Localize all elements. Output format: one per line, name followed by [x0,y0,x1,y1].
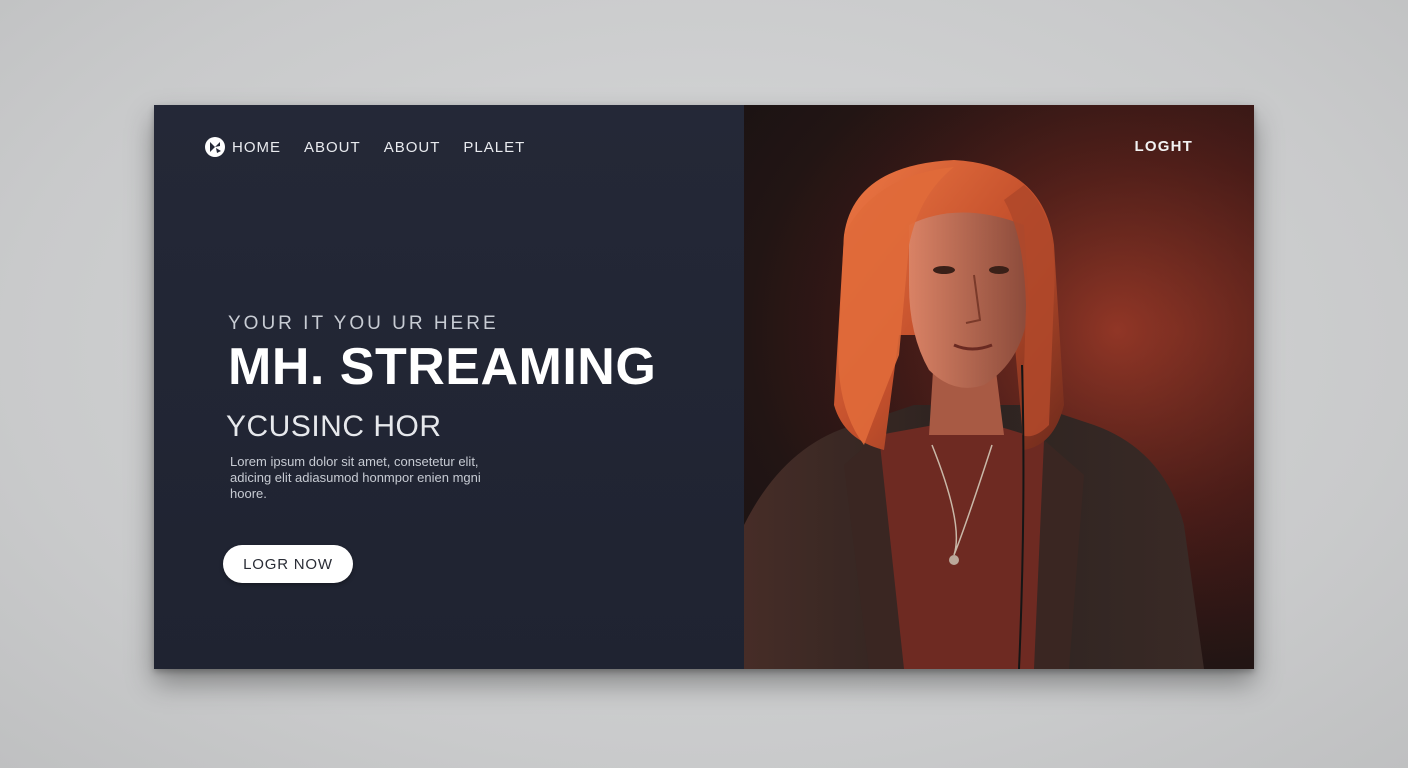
portrait-image [744,105,1254,669]
brand-logo-icon[interactable] [204,136,226,158]
hero-right-panel: LOGHT [744,105,1254,669]
nav-item-about[interactable]: ABOUT [304,139,361,156]
nav-item-about-2[interactable]: ABOUT [384,139,441,156]
hero-headline: MH. STREAMING [228,338,657,396]
hero-body-text: Lorem ipsum dolor sit amet, consetetur e… [230,454,481,501]
hero-left-panel: HOME ABOUT ABOUT PLALET YOUR IT YOU UR H… [154,105,744,669]
hero-subheadline: YCUSINC HOR [226,410,442,443]
top-nav: HOME ABOUT ABOUT PLALET [204,135,548,159]
hero-eyebrow: YOUR IT YOU UR HERE [228,313,499,334]
login-link[interactable]: LOGHT [1135,138,1194,155]
login-now-button[interactable]: LOGR NOW [223,545,353,583]
nav-item-home[interactable]: HOME [232,139,281,156]
hero-banner: HOME ABOUT ABOUT PLALET YOUR IT YOU UR H… [154,105,1254,669]
page-background: HOME ABOUT ABOUT PLALET YOUR IT YOU UR H… [0,0,1408,768]
nav-item-plalet[interactable]: PLALET [463,139,525,156]
